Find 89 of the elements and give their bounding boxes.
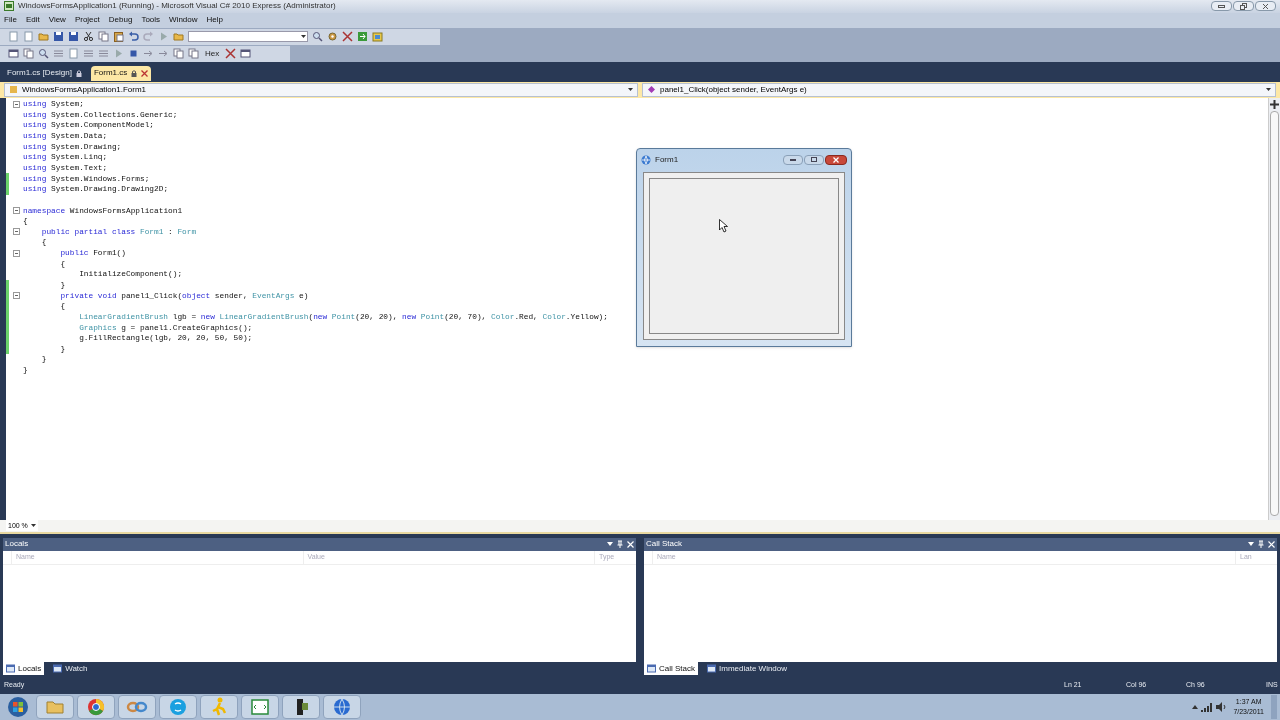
menu-item[interactable]: Edit: [25, 14, 40, 27]
dropdown-arrow-icon: [30, 524, 36, 528]
menu-item[interactable]: Window: [169, 14, 198, 27]
panel-tab[interactable]: Immediate Window: [704, 662, 791, 676]
clipboard-icon[interactable]: [113, 31, 124, 43]
panel-tab[interactable]: Call Stack: [644, 662, 698, 676]
restore-button[interactable]: [1233, 1, 1254, 12]
menu-item[interactable]: Help: [206, 14, 223, 27]
settings-icon[interactable]: [327, 31, 338, 43]
tray-arrow-icon[interactable]: [1192, 705, 1199, 710]
close-button[interactable]: [1255, 1, 1276, 12]
signal-icon[interactable]: [1201, 702, 1214, 712]
stop-icon[interactable]: [128, 48, 139, 60]
copy-icon[interactable]: [173, 48, 184, 60]
document-icon[interactable]: [8, 31, 19, 43]
copy-icon[interactable]: [188, 48, 199, 60]
document-tab[interactable]: Form1.cs [Design]: [4, 65, 85, 81]
menu-item[interactable]: Debug: [108, 14, 133, 27]
maximize-icon: [811, 157, 817, 162]
dropdown-arrow-icon: [301, 35, 306, 39]
window-icon: [647, 664, 656, 674]
close-icon: [1262, 2, 1269, 10]
arrow-box-icon[interactable]: [357, 31, 368, 43]
member-dropdown[interactable]: panel1_Click(object sender, EventArgs e): [642, 82, 1276, 97]
window-icon[interactable]: [240, 48, 252, 60]
menu-item[interactable]: File: [4, 14, 17, 27]
lines-icon[interactable]: [83, 48, 94, 60]
configuration-dropdown[interactable]: [188, 31, 308, 43]
panel-title: Call Stack: [646, 538, 682, 551]
window-title: WindowsFormsApplication1 (Running) - Microsoft Visual C# 2010 Express (Administrator): [18, 0, 336, 13]
document-icon[interactable]: [68, 48, 79, 60]
box-icon[interactable]: [372, 31, 383, 43]
menu-item[interactable]: View: [48, 14, 66, 27]
window-icon[interactable]: [8, 48, 19, 60]
collapse-icon[interactable]: [12, 207, 20, 214]
restore-icon: [1240, 2, 1247, 10]
save-icon[interactable]: [68, 31, 79, 43]
pin-icon[interactable]: [1258, 540, 1264, 549]
close-icon[interactable]: [141, 69, 149, 77]
window-icon: [53, 664, 63, 674]
document-tab[interactable]: Form1.cs: [90, 65, 152, 81]
window-icon: [6, 664, 15, 674]
minimize-button[interactable]: [783, 154, 803, 165]
minimize-icon: [1218, 4, 1225, 8]
scissors-icon[interactable]: [83, 31, 94, 43]
taskbar-button[interactable]: [282, 695, 320, 720]
lines-icon[interactable]: [53, 48, 64, 60]
close-button[interactable]: [825, 154, 847, 165]
type-dropdown[interactable]: WindowsFormsApplication1.Form1: [4, 82, 638, 97]
lines-icon[interactable]: [98, 48, 109, 60]
class-icon: [9, 85, 18, 95]
collapse-icon[interactable]: [12, 292, 20, 300]
method-icon: [647, 85, 656, 95]
panel-tab[interactable]: Watch: [50, 662, 91, 676]
mouse-cursor-icon: [719, 219, 729, 233]
dropdown-arrow-icon[interactable]: [1248, 542, 1254, 547]
maximize-button[interactable]: [804, 154, 824, 165]
collapse-icon[interactable]: [12, 249, 20, 257]
dropdown-arrow-icon[interactable]: [607, 542, 613, 547]
find-icon[interactable]: [312, 31, 323, 43]
save-icon[interactable]: [53, 31, 64, 43]
undo-icon[interactable]: [128, 31, 139, 43]
dropdown-arrow-icon: [1266, 88, 1271, 92]
lock-icon: [75, 69, 82, 77]
dropdown-arrow-icon: [628, 88, 633, 92]
hex-button[interactable]: Hex: [203, 47, 222, 60]
minimize-button[interactable]: [1211, 1, 1232, 12]
collapse-icon[interactable]: [12, 228, 20, 236]
folder-icon[interactable]: [173, 31, 184, 43]
form-title: Form1: [655, 153, 679, 166]
minimize-icon: [790, 158, 796, 161]
vertical-scrollbar[interactable]: [1268, 97, 1280, 520]
panel-tab[interactable]: Locals: [3, 662, 45, 676]
close-icon: [833, 156, 839, 163]
speaker-icon[interactable]: [1216, 702, 1227, 713]
window-icon: [707, 664, 716, 674]
scroll-thumb[interactable]: [1270, 110, 1279, 516]
collapse-icon[interactable]: [12, 100, 20, 108]
split-handle-icon[interactable]: [1270, 99, 1279, 109]
lock-icon: [131, 69, 138, 77]
globe-icon: [641, 154, 651, 165]
find-icon[interactable]: [38, 48, 49, 60]
windows-logo-icon: [7, 696, 29, 719]
app-icon: [4, 1, 14, 12]
menu-item[interactable]: Tools: [141, 14, 161, 27]
pin-icon[interactable]: [617, 540, 623, 549]
menu-item[interactable]: Project: [74, 14, 100, 27]
panel-title: Locals: [5, 538, 29, 551]
document-icon[interactable]: [23, 31, 34, 43]
